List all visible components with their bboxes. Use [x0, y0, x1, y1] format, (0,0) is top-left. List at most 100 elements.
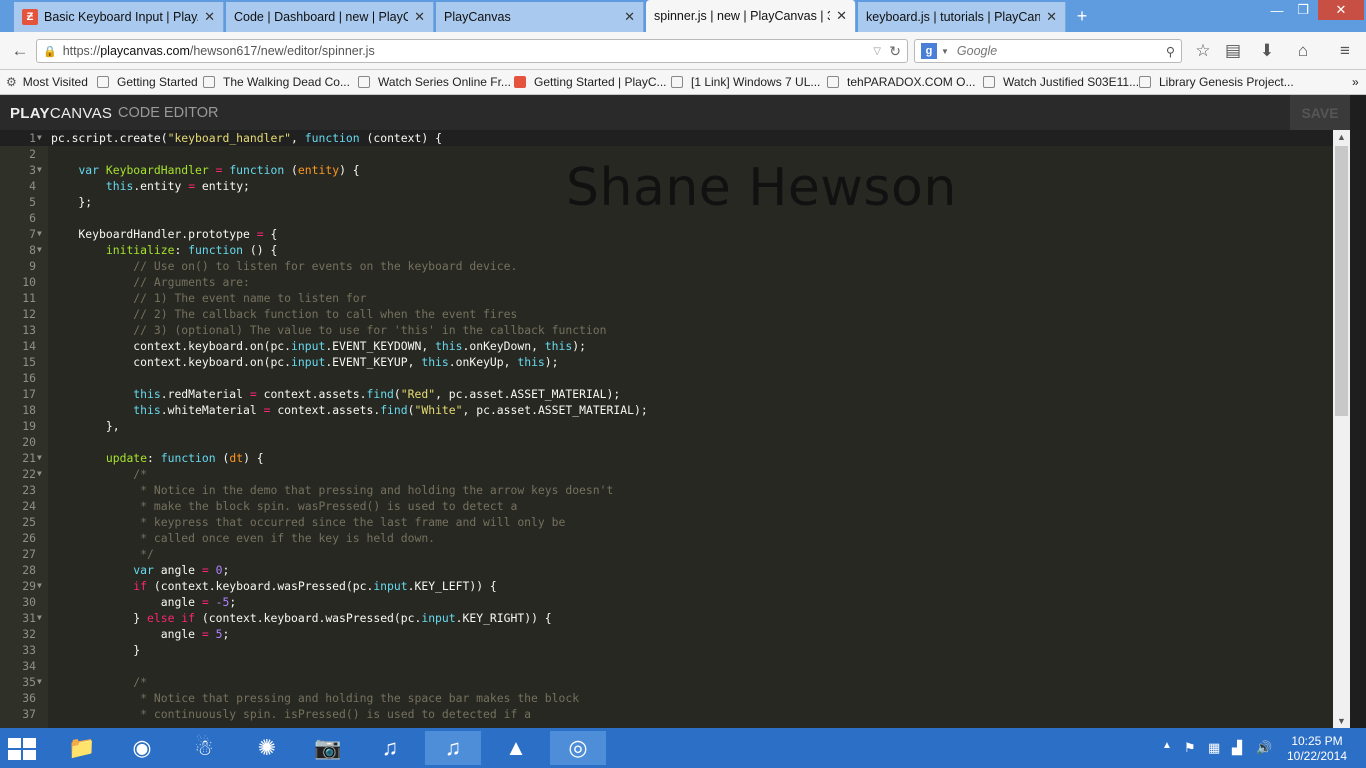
search-icon[interactable]: ⚲: [1166, 44, 1175, 59]
google-icon[interactable]: g: [921, 43, 937, 59]
bookmark-getting-started-playcanvas[interactable]: Getting Started | PlayC...: [514, 75, 667, 89]
code-line[interactable]: 1 ▼ pc.script.create("keyboard_handler", f…: [0, 130, 1333, 146]
bookmark-watch-series[interactable]: Watch Series Online Fr...: [358, 75, 511, 89]
action-center-flag-icon[interactable]: ⚑: [1184, 740, 1196, 756]
fold-arrow-icon[interactable]: ▼: [37, 466, 42, 482]
code-line[interactable]: 30 angle = -5;: [0, 594, 1333, 610]
fold-arrow-icon[interactable]: ▼: [37, 674, 42, 690]
tab-close-icon[interactable]: ✕: [204, 9, 215, 25]
bookmark-star-icon[interactable]: ☆: [1193, 41, 1213, 61]
windows-start-icon[interactable]: [8, 738, 38, 760]
scroll-up-arrow-icon[interactable]: ▲: [1333, 132, 1350, 142]
code-line[interactable]: 27 */: [0, 546, 1333, 562]
minimize-button[interactable]: —: [1264, 0, 1290, 20]
menu-hamburger-icon[interactable]: ≡: [1335, 41, 1355, 61]
bookmarks-list-icon[interactable]: ▤: [1223, 41, 1243, 61]
bookmark-getting-started[interactable]: Getting Started: [97, 75, 198, 89]
bookmark-watch-justified[interactable]: Watch Justified S03E11...: [983, 75, 1139, 89]
code-line[interactable]: 33 }: [0, 642, 1333, 658]
fold-arrow-icon[interactable]: ▼: [37, 578, 42, 594]
code-line[interactable]: 12 // 2) The callback function to call w…: [0, 306, 1333, 322]
scrollbar-thumb[interactable]: [1335, 146, 1348, 416]
network-signal-icon[interactable]: ▟: [1232, 740, 1242, 756]
code-line[interactable]: 9 // Use on() to listen for events on th…: [0, 258, 1333, 274]
code-line[interactable]: 29 ▼ if (context.keyboard.wasPressed(pc.i…: [0, 578, 1333, 594]
bookmarks-overflow-button[interactable]: »: [1352, 75, 1359, 89]
playcanvas-logo[interactable]: PLAYCANVAS: [10, 105, 112, 122]
app-character-icon[interactable]: ☃: [176, 731, 232, 765]
code-line[interactable]: 15 context.keyboard.on(pc.input.EVENT_KE…: [0, 354, 1333, 370]
bookmark-windows-7[interactable]: [1 Link] Windows 7 UL...: [671, 75, 820, 89]
code-line[interactable]: 20: [0, 434, 1333, 450]
tab-close-icon[interactable]: ✕: [414, 9, 425, 25]
code-line[interactable]: 16: [0, 370, 1333, 386]
code-line[interactable]: 25 * keypress that occurred since the la…: [0, 514, 1333, 530]
code-line[interactable]: 10 // Arguments are:: [0, 274, 1333, 290]
url-bar[interactable]: 🔒 https://playcanvas.com/hewson617/new/e…: [36, 39, 908, 63]
tab-playcanvas[interactable]: PlayCanvas ✕: [436, 2, 644, 32]
fold-arrow-icon[interactable]: ▼: [37, 242, 42, 258]
code-line[interactable]: 11 // 1) The event name to listen for: [0, 290, 1333, 306]
file-explorer-icon[interactable]: 📁: [54, 731, 110, 765]
close-window-button[interactable]: ✕: [1318, 0, 1364, 20]
code-line[interactable]: 22 ▼ /*: [0, 466, 1333, 482]
code-line[interactable]: 19 },: [0, 418, 1333, 434]
code-line[interactable]: 13 // 3) (optional) The value to use for…: [0, 322, 1333, 338]
new-tab-button[interactable]: +: [1072, 6, 1092, 27]
system-clock[interactable]: 10:25 PM 10/22/2014: [1282, 734, 1352, 764]
code-line[interactable]: 37 * continuously spin. isPressed() is u…: [0, 706, 1333, 722]
fold-arrow-icon[interactable]: ▼: [37, 162, 42, 178]
code-line[interactable]: 35 ▼ /*: [0, 674, 1333, 690]
tray-show-hidden-icon[interactable]: ▲: [1162, 740, 1172, 751]
scroll-down-arrow-icon[interactable]: ▼: [1333, 716, 1350, 726]
dropdown-arrow-icon[interactable]: ▽: [873, 46, 881, 57]
search-engine-dropdown-icon[interactable]: ▼: [941, 47, 949, 56]
search-box[interactable]: g ▼ Google ⚲: [914, 39, 1182, 63]
itunes-icon-2[interactable]: ♫: [425, 731, 481, 765]
app-satellite-icon[interactable]: ✺: [239, 731, 295, 765]
tab-keyboard-js[interactable]: keyboard.js | tutorials | PlayCan... ✕: [858, 2, 1066, 32]
code-line[interactable]: 8 ▼ initialize: function () {: [0, 242, 1333, 258]
bookmark-walking-dead[interactable]: The Walking Dead Co...: [203, 75, 350, 89]
bookmark-most-visited[interactable]: ⚙ Most Visited: [6, 75, 88, 89]
devices-icon[interactable]: ▦: [1208, 740, 1220, 756]
code-line[interactable]: 34: [0, 658, 1333, 674]
itunes-icon[interactable]: ♫: [362, 731, 418, 765]
code-line[interactable]: 14 context.keyboard.on(pc.input.EVENT_KE…: [0, 338, 1333, 354]
download-icon[interactable]: ⬇: [1257, 41, 1277, 61]
maximize-button[interactable]: ❐: [1290, 0, 1316, 20]
firefox-icon[interactable]: ◎: [550, 731, 606, 765]
fold-arrow-icon[interactable]: ▼: [37, 450, 42, 466]
code-line[interactable]: 26 * called once even if the key is held…: [0, 530, 1333, 546]
bookmark-tehparadox[interactable]: tehPARADOX.COM O...: [827, 75, 975, 89]
save-button[interactable]: SAVE: [1290, 95, 1350, 130]
tab-close-icon[interactable]: ✕: [624, 9, 635, 25]
back-arrow-icon[interactable]: ←: [10, 41, 30, 61]
tab-code-dashboard[interactable]: Code | Dashboard | new | PlayC... ✕: [226, 2, 434, 32]
code-line[interactable]: 18 this.whiteMaterial = context.assets.f…: [0, 402, 1333, 418]
home-icon[interactable]: ⌂: [1293, 41, 1313, 61]
reload-icon[interactable]: ↻: [889, 43, 901, 60]
code-line[interactable]: 23 * Notice in the demo that pressing an…: [0, 482, 1333, 498]
fold-arrow-icon[interactable]: ▼: [37, 130, 42, 146]
code-line[interactable]: 17 this.redMaterial = context.assets.fin…: [0, 386, 1333, 402]
code-editor[interactable]: 1 ▼ pc.script.create("keyboard_handler", f…: [0, 130, 1333, 728]
chrome-icon[interactable]: ◉: [114, 731, 170, 765]
tab-close-icon[interactable]: ✕: [836, 8, 847, 24]
code-line[interactable]: 36 * Notice that pressing and holding th…: [0, 690, 1333, 706]
code-line[interactable]: 32 angle = 5;: [0, 626, 1333, 642]
bookmark-library-genesis[interactable]: Library Genesis Project...: [1139, 75, 1294, 89]
code-line[interactable]: 21 ▼ update: function (dt) {: [0, 450, 1333, 466]
volume-icon[interactable]: 🔊: [1256, 740, 1272, 756]
fold-arrow-icon[interactable]: ▼: [37, 226, 42, 242]
code-line[interactable]: 31 ▼ } else if (context.keyboard.wasPress…: [0, 610, 1333, 626]
code-line[interactable]: 24 * make the block spin. wasPressed() i…: [0, 498, 1333, 514]
editor-vertical-scrollbar[interactable]: ▲ ▼: [1333, 130, 1350, 728]
code-line[interactable]: 28 var angle = 0;: [0, 562, 1333, 578]
tab-spinner-js[interactable]: spinner.js | new | PlayCanvas | 3... ✕: [646, 0, 856, 32]
vlc-icon[interactable]: ▲: [488, 731, 544, 765]
tab-close-icon[interactable]: ✕: [1046, 9, 1057, 25]
code-line[interactable]: 7 ▼ KeyboardHandler.prototype = {: [0, 226, 1333, 242]
fold-arrow-icon[interactable]: ▼: [37, 610, 42, 626]
camera-app-icon[interactable]: 📷: [300, 731, 356, 765]
